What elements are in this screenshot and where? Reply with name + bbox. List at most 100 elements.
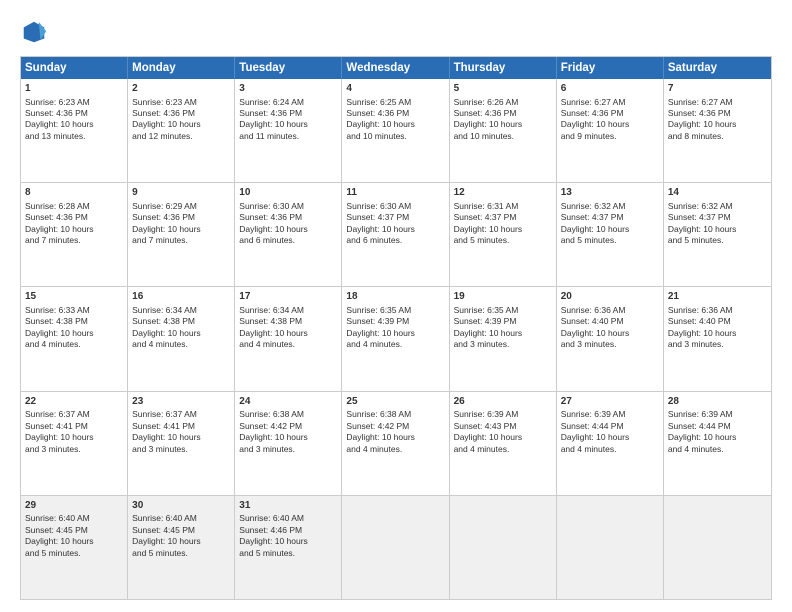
weekday-header: Tuesday xyxy=(235,57,342,79)
day-number: 14 xyxy=(668,186,767,200)
calendar-cell: 29Sunrise: 6:40 AM Sunset: 4:45 PM Dayli… xyxy=(21,496,128,599)
calendar-cell: 26Sunrise: 6:39 AM Sunset: 4:43 PM Dayli… xyxy=(450,392,557,495)
calendar-cell: 27Sunrise: 6:39 AM Sunset: 4:44 PM Dayli… xyxy=(557,392,664,495)
calendar-cell: 7Sunrise: 6:27 AM Sunset: 4:36 PM Daylig… xyxy=(664,79,771,182)
day-number: 1 xyxy=(25,82,123,96)
day-number: 17 xyxy=(239,290,337,304)
day-number: 18 xyxy=(346,290,444,304)
day-info: Sunrise: 6:39 AM Sunset: 4:43 PM Dayligh… xyxy=(454,409,523,453)
day-info: Sunrise: 6:28 AM Sunset: 4:36 PM Dayligh… xyxy=(25,201,94,245)
weekday-header: Sunday xyxy=(21,57,128,79)
day-number: 28 xyxy=(668,395,767,409)
day-number: 3 xyxy=(239,82,337,96)
calendar-cell: 2Sunrise: 6:23 AM Sunset: 4:36 PM Daylig… xyxy=(128,79,235,182)
day-info: Sunrise: 6:38 AM Sunset: 4:42 PM Dayligh… xyxy=(239,409,308,453)
calendar-row: 22Sunrise: 6:37 AM Sunset: 4:41 PM Dayli… xyxy=(21,392,771,496)
day-number: 8 xyxy=(25,186,123,200)
day-info: Sunrise: 6:27 AM Sunset: 4:36 PM Dayligh… xyxy=(561,97,630,141)
weekday-header: Monday xyxy=(128,57,235,79)
calendar-row: 15Sunrise: 6:33 AM Sunset: 4:38 PM Dayli… xyxy=(21,287,771,391)
day-number: 26 xyxy=(454,395,552,409)
calendar-cell: 28Sunrise: 6:39 AM Sunset: 4:44 PM Dayli… xyxy=(664,392,771,495)
calendar-cell: 31Sunrise: 6:40 AM Sunset: 4:46 PM Dayli… xyxy=(235,496,342,599)
calendar-row: 29Sunrise: 6:40 AM Sunset: 4:45 PM Dayli… xyxy=(21,496,771,599)
day-number: 31 xyxy=(239,499,337,513)
day-number: 23 xyxy=(132,395,230,409)
calendar-row: 8Sunrise: 6:28 AM Sunset: 4:36 PM Daylig… xyxy=(21,183,771,287)
day-number: 13 xyxy=(561,186,659,200)
day-number: 10 xyxy=(239,186,337,200)
calendar-cell: 21Sunrise: 6:36 AM Sunset: 4:40 PM Dayli… xyxy=(664,287,771,390)
weekday-header: Friday xyxy=(557,57,664,79)
day-info: Sunrise: 6:31 AM Sunset: 4:37 PM Dayligh… xyxy=(454,201,523,245)
day-info: Sunrise: 6:33 AM Sunset: 4:38 PM Dayligh… xyxy=(25,305,94,349)
calendar-cell: 24Sunrise: 6:38 AM Sunset: 4:42 PM Dayli… xyxy=(235,392,342,495)
day-info: Sunrise: 6:34 AM Sunset: 4:38 PM Dayligh… xyxy=(132,305,201,349)
day-info: Sunrise: 6:30 AM Sunset: 4:37 PM Dayligh… xyxy=(346,201,415,245)
calendar-cell: 13Sunrise: 6:32 AM Sunset: 4:37 PM Dayli… xyxy=(557,183,664,286)
day-info: Sunrise: 6:30 AM Sunset: 4:36 PM Dayligh… xyxy=(239,201,308,245)
header xyxy=(20,18,772,46)
calendar-cell: 20Sunrise: 6:36 AM Sunset: 4:40 PM Dayli… xyxy=(557,287,664,390)
day-number: 25 xyxy=(346,395,444,409)
calendar-cell: 5Sunrise: 6:26 AM Sunset: 4:36 PM Daylig… xyxy=(450,79,557,182)
calendar-cell: 22Sunrise: 6:37 AM Sunset: 4:41 PM Dayli… xyxy=(21,392,128,495)
day-info: Sunrise: 6:35 AM Sunset: 4:39 PM Dayligh… xyxy=(346,305,415,349)
calendar-cell: 17Sunrise: 6:34 AM Sunset: 4:38 PM Dayli… xyxy=(235,287,342,390)
day-number: 9 xyxy=(132,186,230,200)
calendar-header: SundayMondayTuesdayWednesdayThursdayFrid… xyxy=(21,57,771,79)
day-number: 16 xyxy=(132,290,230,304)
calendar-cell xyxy=(557,496,664,599)
day-info: Sunrise: 6:32 AM Sunset: 4:37 PM Dayligh… xyxy=(561,201,630,245)
day-number: 27 xyxy=(561,395,659,409)
day-number: 2 xyxy=(132,82,230,96)
page: SundayMondayTuesdayWednesdayThursdayFrid… xyxy=(0,0,792,612)
day-number: 6 xyxy=(561,82,659,96)
calendar-cell: 4Sunrise: 6:25 AM Sunset: 4:36 PM Daylig… xyxy=(342,79,449,182)
calendar-cell xyxy=(450,496,557,599)
day-number: 12 xyxy=(454,186,552,200)
day-info: Sunrise: 6:39 AM Sunset: 4:44 PM Dayligh… xyxy=(668,409,737,453)
calendar-cell: 30Sunrise: 6:40 AM Sunset: 4:45 PM Dayli… xyxy=(128,496,235,599)
day-number: 20 xyxy=(561,290,659,304)
calendar-cell: 15Sunrise: 6:33 AM Sunset: 4:38 PM Dayli… xyxy=(21,287,128,390)
day-number: 15 xyxy=(25,290,123,304)
calendar-cell: 6Sunrise: 6:27 AM Sunset: 4:36 PM Daylig… xyxy=(557,79,664,182)
calendar-row: 1Sunrise: 6:23 AM Sunset: 4:36 PM Daylig… xyxy=(21,79,771,183)
calendar-cell: 16Sunrise: 6:34 AM Sunset: 4:38 PM Dayli… xyxy=(128,287,235,390)
day-info: Sunrise: 6:40 AM Sunset: 4:45 PM Dayligh… xyxy=(132,513,201,557)
logo-icon xyxy=(20,18,48,46)
calendar-cell xyxy=(664,496,771,599)
day-info: Sunrise: 6:39 AM Sunset: 4:44 PM Dayligh… xyxy=(561,409,630,453)
day-number: 21 xyxy=(668,290,767,304)
day-info: Sunrise: 6:26 AM Sunset: 4:36 PM Dayligh… xyxy=(454,97,523,141)
day-info: Sunrise: 6:36 AM Sunset: 4:40 PM Dayligh… xyxy=(668,305,737,349)
day-info: Sunrise: 6:23 AM Sunset: 4:36 PM Dayligh… xyxy=(132,97,201,141)
day-info: Sunrise: 6:23 AM Sunset: 4:36 PM Dayligh… xyxy=(25,97,94,141)
calendar-cell: 1Sunrise: 6:23 AM Sunset: 4:36 PM Daylig… xyxy=(21,79,128,182)
day-number: 30 xyxy=(132,499,230,513)
calendar-cell: 25Sunrise: 6:38 AM Sunset: 4:42 PM Dayli… xyxy=(342,392,449,495)
weekday-header: Saturday xyxy=(664,57,771,79)
day-info: Sunrise: 6:32 AM Sunset: 4:37 PM Dayligh… xyxy=(668,201,737,245)
day-info: Sunrise: 6:29 AM Sunset: 4:36 PM Dayligh… xyxy=(132,201,201,245)
calendar-cell: 9Sunrise: 6:29 AM Sunset: 4:36 PM Daylig… xyxy=(128,183,235,286)
calendar-cell xyxy=(342,496,449,599)
day-number: 24 xyxy=(239,395,337,409)
weekday-header: Thursday xyxy=(450,57,557,79)
calendar-cell: 8Sunrise: 6:28 AM Sunset: 4:36 PM Daylig… xyxy=(21,183,128,286)
weekday-header: Wednesday xyxy=(342,57,449,79)
day-info: Sunrise: 6:38 AM Sunset: 4:42 PM Dayligh… xyxy=(346,409,415,453)
day-info: Sunrise: 6:24 AM Sunset: 4:36 PM Dayligh… xyxy=(239,97,308,141)
day-info: Sunrise: 6:34 AM Sunset: 4:38 PM Dayligh… xyxy=(239,305,308,349)
day-info: Sunrise: 6:27 AM Sunset: 4:36 PM Dayligh… xyxy=(668,97,737,141)
calendar-cell: 14Sunrise: 6:32 AM Sunset: 4:37 PM Dayli… xyxy=(664,183,771,286)
calendar-cell: 10Sunrise: 6:30 AM Sunset: 4:36 PM Dayli… xyxy=(235,183,342,286)
day-info: Sunrise: 6:37 AM Sunset: 4:41 PM Dayligh… xyxy=(25,409,94,453)
day-info: Sunrise: 6:36 AM Sunset: 4:40 PM Dayligh… xyxy=(561,305,630,349)
calendar-cell: 19Sunrise: 6:35 AM Sunset: 4:39 PM Dayli… xyxy=(450,287,557,390)
day-number: 11 xyxy=(346,186,444,200)
day-info: Sunrise: 6:25 AM Sunset: 4:36 PM Dayligh… xyxy=(346,97,415,141)
day-number: 19 xyxy=(454,290,552,304)
day-info: Sunrise: 6:40 AM Sunset: 4:46 PM Dayligh… xyxy=(239,513,308,557)
